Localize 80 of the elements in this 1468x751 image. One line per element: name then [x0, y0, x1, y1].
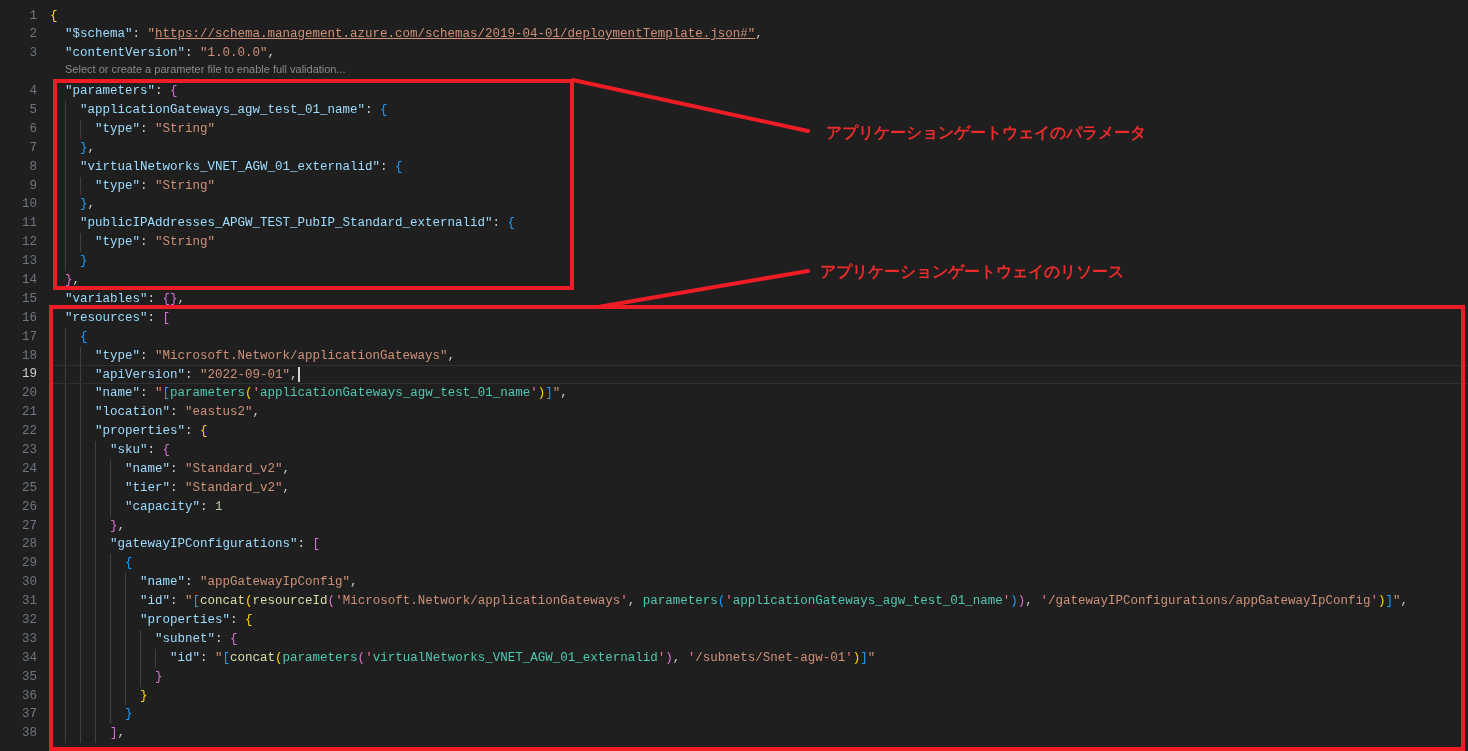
line-number: 21: [21, 404, 37, 422]
line-number: 15: [21, 290, 37, 308]
codelens-hint[interactable]: Select or create a parameter file to enable full validation...: [65, 63, 346, 77]
code-line: }: [125, 706, 133, 724]
text-cursor: [297, 367, 300, 383]
line-number: 11: [21, 215, 37, 233]
code-line: "location": "eastus2",: [95, 404, 261, 422]
code-line: "parameters": {: [65, 83, 178, 101]
annotation-label: アプリケーションゲートウェイのパラメータ: [826, 123, 1146, 143]
code-line: "gatewayIPConfigurations": [: [110, 536, 321, 554]
code-line: "type": "String": [95, 234, 216, 252]
line-number: 23: [21, 442, 37, 459]
code-line: },: [110, 517, 126, 535]
line-number: 7: [28, 139, 37, 157]
code-line: "id": "[concat(parameters('virtualNetworks_VNET_AGW_01_externalid'), '/subnets/Snet-agw-01')]": [170, 649, 876, 667]
code-line: "contentVersion": "1.0.0.0",: [65, 45, 276, 63]
code-line: "tier": "Standard_v2",: [125, 479, 291, 497]
line-number: 8: [28, 158, 37, 176]
line-number: 19: [21, 366, 37, 384]
code-line: {: [125, 555, 133, 573]
code-line: }: [155, 668, 163, 686]
code-line: "id": "[concat(resourceId('Microsoft.Network/applicationGateways', parameters('applicationGateways_agw_test_01_name')), '/gatewayIPConfigurations/appGatewayIpConfig')]",: [140, 593, 1409, 611]
line-number: 30: [21, 574, 37, 592]
code-line: }: [80, 253, 88, 271]
line-number: 26: [21, 498, 37, 516]
line-number: 13: [21, 253, 37, 271]
line-number: 6: [28, 120, 37, 138]
code-line: "virtualNetworks_VNET_AGW_01_externalid": {: [80, 158, 403, 176]
line-number: 27: [21, 517, 37, 535]
code-line: "name": "Standard_v2",: [125, 460, 291, 478]
code-line: "resources": [: [65, 309, 171, 327]
line-number: 4: [28, 83, 37, 101]
line-number: 38: [21, 725, 37, 743]
code-line: {: [50, 7, 58, 25]
line-number: 22: [21, 423, 37, 441]
line-number: 37: [21, 706, 37, 724]
line-number: 25: [21, 479, 37, 497]
code-line: "properties": {: [140, 612, 253, 629]
line-number: 5: [28, 101, 37, 119]
code-line: }: [140, 687, 148, 705]
code-line: ],: [110, 725, 126, 743]
line-number: 2: [28, 26, 37, 44]
line-number: 1: [28, 7, 37, 25]
line-number: 35: [21, 668, 37, 686]
code-line: "subnet": {: [155, 630, 238, 648]
line-number: 16: [21, 309, 37, 327]
line-number: 24: [21, 460, 37, 478]
code-line: "properties": {: [95, 423, 208, 441]
line-number: 9: [28, 177, 37, 195]
line-number: 10: [21, 196, 37, 214]
line-number: 32: [21, 612, 37, 629]
code-line: "publicIPAddresses_APGW_TEST_PubIP_Standard_externalid": {: [80, 215, 516, 233]
code-line: "variables": {},: [65, 290, 186, 308]
line-number: 33: [21, 630, 37, 648]
line-number: 36: [21, 687, 37, 705]
line-number: 34: [21, 649, 37, 667]
code-line: },: [80, 139, 96, 157]
line-number: 17: [21, 328, 37, 346]
code-line: "sku": {: [110, 442, 171, 459]
code-line: "applicationGateways_agw_test_01_name": {: [80, 101, 388, 119]
code-line: "type": "String": [95, 120, 216, 138]
code-line: "type": "String": [95, 177, 216, 195]
line-number: 18: [21, 347, 37, 365]
code-line: "$schema": "https://schema.management.azure.com/schemas/2019-04-01/deploymentTemplate.json#",: [65, 26, 763, 44]
line-number: 14: [21, 271, 37, 289]
line-number: 12: [21, 234, 37, 252]
code-line: },: [65, 271, 81, 289]
code-line: "apiVersion": "2022-09-01",: [95, 367, 298, 384]
line-number: 31: [21, 593, 37, 611]
annotation-label: アプリケーションゲートウェイのリソース: [820, 262, 1124, 282]
code-line: "type": "Microsoft.Network/applicationGateways",: [95, 347, 456, 365]
line-number: 29: [21, 555, 37, 573]
code-line: "capacity": 1: [125, 498, 223, 516]
code-line: "name": "[parameters('applicationGateways_agw_test_01_name')]",: [95, 385, 568, 403]
code-line: },: [80, 196, 96, 214]
code-line: "name": "appGatewayIpConfig",: [140, 574, 358, 592]
code-line: {: [80, 328, 88, 346]
line-number: 3: [28, 45, 37, 63]
line-number: 20: [21, 385, 37, 403]
line-number: 28: [21, 536, 37, 554]
